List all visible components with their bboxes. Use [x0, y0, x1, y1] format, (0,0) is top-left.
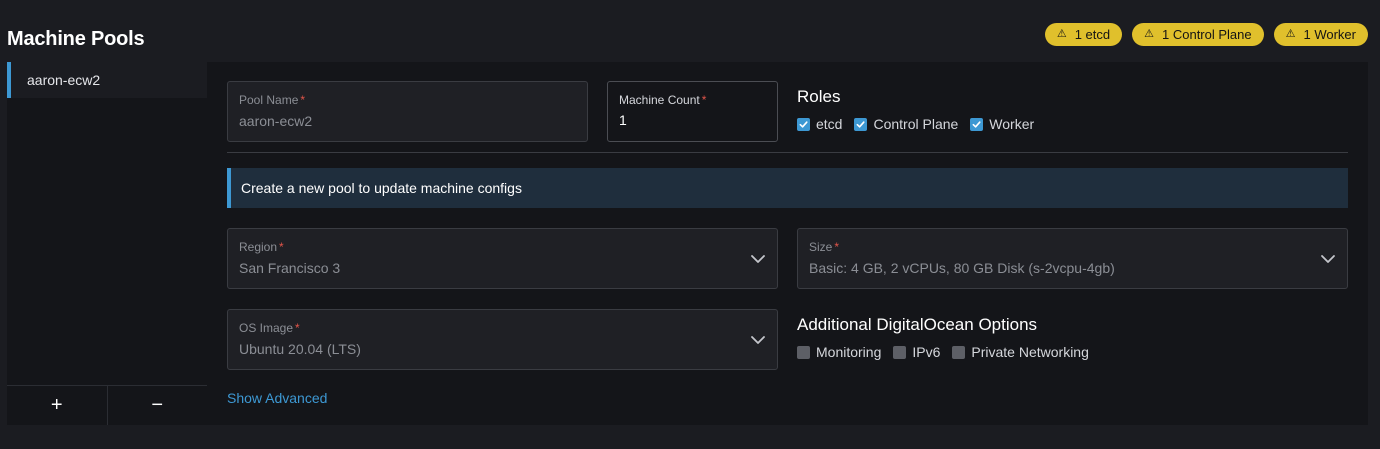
sidebar-item-aaron-ecw2[interactable]: aaron-ecw2: [7, 62, 207, 98]
chevron-down-icon: [751, 255, 765, 263]
info-banner-text: Create a new pool to update machine conf…: [241, 180, 522, 196]
role-etcd-label: etcd: [816, 116, 843, 132]
roles-checkboxes: etcd Control Plane Worker: [797, 116, 1046, 132]
required-marker: *: [701, 93, 707, 107]
role-etcd-checkbox[interactable]: etcd: [797, 116, 842, 132]
size-label-text: Size: [809, 240, 833, 254]
pool-name-label: Pool Name *: [239, 93, 305, 107]
region-value: San Francisco 3: [239, 260, 341, 276]
machine-count-label: Machine Count *: [619, 93, 706, 107]
os-image-label: OS Image *: [239, 321, 300, 335]
additional-options-heading: Additional DigitalOcean Options: [797, 315, 1038, 334]
checkbox-unchecked-icon: [893, 345, 907, 359]
machine-count-input[interactable]: Machine Count * 1: [607, 81, 778, 142]
size-value: Basic: 4 GB, 2 vCPUs, 80 GB Disk (s-2vcp…: [809, 260, 1115, 276]
pool-config-panel: Pool Name * aaron-ecw2 Machine Count * 1 R…: [207, 62, 1368, 425]
additional-options-checkboxes: Monitoring IPv6 Private Networking: [797, 344, 1101, 360]
role-control-plane-checkbox[interactable]: Control Plane: [854, 116, 958, 132]
ipv6-checkbox[interactable]: IPv6: [893, 344, 940, 360]
warning-icon: ⚠: [1144, 28, 1154, 40]
roles-heading: Roles: [797, 87, 841, 106]
region-label-text: Region: [239, 240, 278, 254]
pool-name-field[interactable]: Pool Name * aaron-ecw2: [227, 81, 588, 142]
role-worker-label: Worker: [989, 116, 1035, 132]
ipv6-label: IPv6: [912, 344, 941, 360]
private-networking-checkbox[interactable]: Private Networking: [952, 344, 1089, 360]
machine-count-value: 1: [619, 112, 627, 128]
badge-label: 1 Control Plane: [1162, 27, 1252, 42]
warning-icon: ⚠: [1285, 28, 1296, 40]
pool-sidebar: aaron-ecw2 + −: [7, 62, 207, 425]
page-title: Machine Pools: [7, 28, 145, 50]
checkmark-icon: [797, 117, 810, 131]
chevron-down-icon: [1321, 255, 1335, 263]
remove-pool-button[interactable]: −: [106, 386, 207, 425]
required-marker: *: [295, 321, 300, 335]
badge-worker: ⚠ 1 Worker: [1273, 23, 1368, 46]
add-pool-button[interactable]: +: [7, 386, 107, 425]
checkbox-unchecked-icon: [952, 345, 966, 359]
private-networking-label: Private Networking: [971, 344, 1089, 360]
badge-etcd: ⚠ 1 etcd: [1044, 23, 1123, 46]
checkmark-icon: [854, 117, 868, 131]
region-label: Region *: [239, 240, 284, 254]
chevron-down-icon: [751, 336, 765, 344]
role-worker-checkbox[interactable]: Worker: [970, 116, 1034, 132]
os-image-label-text: OS Image: [239, 321, 294, 335]
role-badges: ⚠ 1 etcd ⚠ 1 Control Plane ⚠ 1 Worker: [1044, 23, 1368, 46]
required-marker: *: [300, 93, 306, 107]
badge-label: 1 etcd: [1074, 27, 1111, 42]
os-image-select[interactable]: OS Image * Ubuntu 20.04 (LTS): [227, 309, 778, 370]
required-marker: *: [834, 240, 840, 254]
pool-name-value: aaron-ecw2: [239, 113, 313, 129]
role-control-plane-label: Control Plane: [873, 116, 959, 132]
monitoring-label: Monitoring: [816, 344, 882, 360]
show-advanced-link[interactable]: Show Advanced: [227, 390, 327, 406]
section-divider: [227, 152, 1348, 153]
machine-count-label-text: Machine Count: [619, 93, 700, 107]
size-label: Size *: [809, 240, 839, 254]
sidebar-actions: + −: [7, 385, 207, 425]
checkmark-icon: [970, 117, 984, 131]
badge-label: 1 Worker: [1303, 27, 1357, 42]
monitoring-checkbox[interactable]: Monitoring: [797, 344, 881, 360]
warning-icon: ⚠: [1056, 28, 1067, 40]
pool-name-label-text: Pool Name: [239, 93, 299, 107]
checkbox-unchecked-icon: [797, 345, 810, 359]
region-select[interactable]: Region * San Francisco 3: [227, 228, 778, 289]
size-select[interactable]: Size * Basic: 4 GB, 2 vCPUs, 80 GB Disk (…: [797, 228, 1348, 289]
required-marker: *: [279, 240, 284, 254]
info-banner: Create a new pool to update machine conf…: [227, 168, 1348, 208]
os-image-value: Ubuntu 20.04 (LTS): [239, 341, 361, 357]
badge-control-plane: ⚠ 1 Control Plane: [1132, 23, 1264, 46]
sidebar-item-label: aaron-ecw2: [27, 72, 101, 88]
